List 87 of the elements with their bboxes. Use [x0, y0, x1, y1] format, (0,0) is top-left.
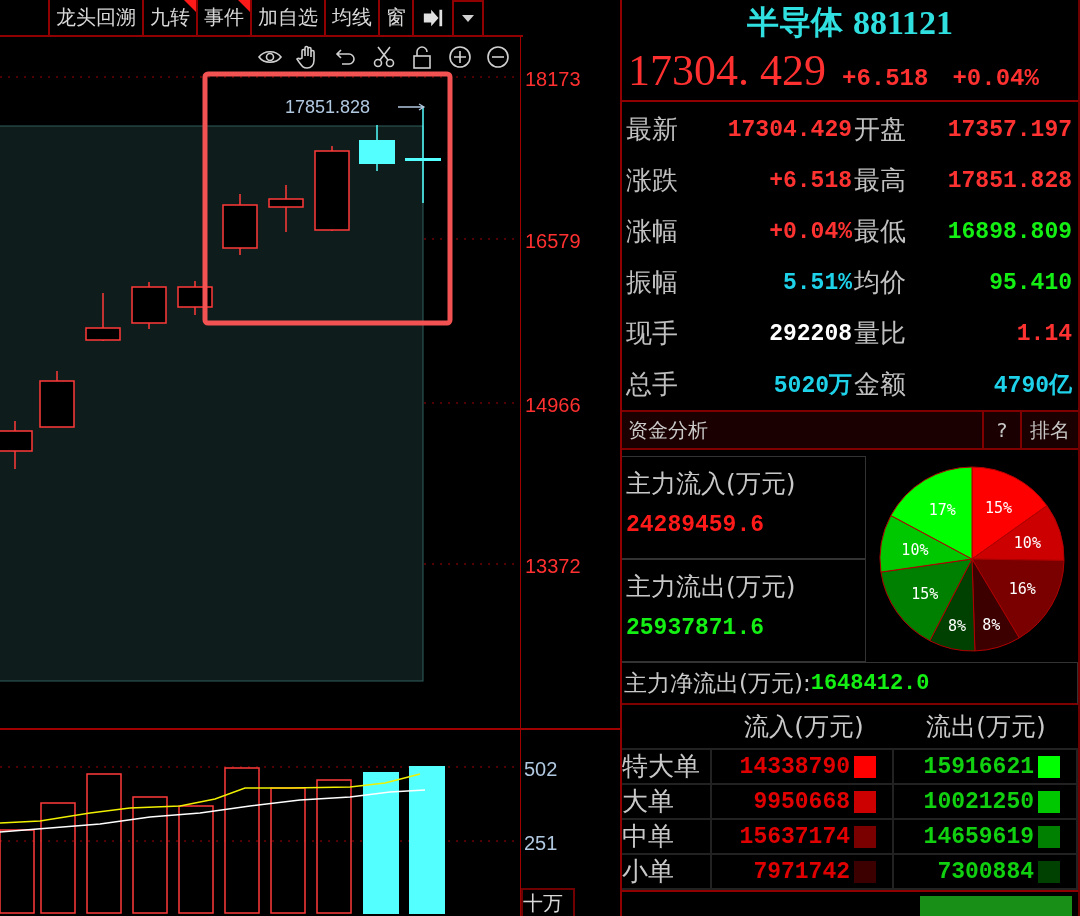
candle: [177, 280, 213, 316]
candle: [222, 193, 258, 256]
slice-label: 16%: [1008, 580, 1036, 599]
inflow-value: 7971742: [753, 858, 850, 885]
lock-icon[interactable]: [410, 45, 434, 69]
inflow-value: 9950668: [753, 788, 850, 815]
axis-label: 13372: [525, 555, 581, 577]
scissors-icon[interactable]: [372, 45, 396, 69]
flow-value: 24289459.6: [626, 512, 766, 539]
dropdown-button[interactable]: [452, 0, 484, 35]
caret-icon: [462, 14, 474, 23]
field-value: 17357.197: [946, 116, 1073, 143]
toolbar-tab[interactable]: 九转: [142, 0, 196, 35]
percent-change: +0.04%: [952, 65, 1039, 93]
row-label: 大单: [622, 785, 712, 820]
field-value: 16898.809: [946, 218, 1073, 245]
slice-label: 15%: [911, 584, 939, 603]
zoom-out-icon[interactable]: [486, 45, 510, 69]
net-flow-label: 主力净流出(万元):: [624, 668, 811, 698]
field-value: +6.518: [768, 167, 853, 194]
inflow-value: 15637174: [739, 823, 850, 850]
toolbar-tab[interactable]: 事件: [196, 0, 250, 35]
axis-label: 502: [524, 758, 558, 780]
outflow-value: 14659619: [923, 823, 1034, 850]
field-value: 95.410: [988, 269, 1073, 296]
section-title: 资金分析: [627, 417, 709, 445]
row-label: 小单: [622, 855, 712, 890]
field-label: 量比: [854, 317, 907, 351]
row-label: 中单: [622, 820, 712, 855]
flow-label: 主力流入(万元): [626, 468, 797, 501]
field-value: 17851.828: [946, 167, 1073, 194]
field-label: 现手: [626, 317, 679, 351]
stock-name: 半导体: [746, 1, 843, 43]
axis-label: 16579: [525, 230, 581, 252]
column-header: 流出(万元): [925, 710, 1047, 743]
toolbar-tab[interactable]: 加自选: [250, 0, 324, 35]
flow-label: 主力流出(万元): [626, 571, 797, 604]
field-label: 金额: [854, 368, 907, 402]
zoom-in-icon[interactable]: [448, 45, 472, 69]
field-label: 振幅: [626, 266, 679, 300]
price-change: +6.518: [842, 65, 929, 93]
field-label: 涨跌: [626, 164, 679, 198]
field-label: 最新: [626, 113, 679, 147]
slice-label: 15%: [985, 499, 1013, 518]
axis-label: 14966: [525, 394, 581, 416]
toolbar-tab[interactable]: 均线: [324, 0, 378, 35]
axis-label: 18173: [525, 68, 581, 90]
field-label: 最低: [854, 215, 907, 249]
row-label: 特大单: [622, 750, 712, 785]
field-value: 17304.429: [726, 116, 853, 143]
outflow-value: 7300884: [937, 858, 1034, 885]
field-label: 均价: [854, 266, 907, 300]
field-value: +0.04%: [768, 218, 853, 245]
axis-label: 251: [524, 832, 558, 854]
slice-label: 17%: [928, 501, 956, 520]
column-header: 流入(万元): [743, 710, 865, 743]
candle: [85, 292, 121, 342]
candle: [268, 184, 304, 233]
slice-label: 8%: [982, 616, 1001, 635]
field-label: 总手: [626, 368, 679, 402]
candle: [131, 281, 167, 330]
field-label: 涨幅: [626, 215, 679, 249]
field-value: 5020万: [772, 372, 853, 401]
field-value: 292208: [768, 320, 853, 347]
slice-label: 10%: [901, 541, 929, 560]
candle: [39, 370, 75, 428]
last-price: 17304. 429: [628, 45, 826, 97]
candle: [0, 420, 33, 470]
stock-code: 881121: [852, 3, 954, 42]
field-label: 最高: [854, 164, 907, 198]
arrow-icon: [397, 103, 426, 111]
candle: [359, 124, 395, 172]
toolbar-tab[interactable]: 龙头回溯: [48, 0, 142, 35]
slice-label: 8%: [947, 617, 967, 636]
field-label: 开盘: [854, 113, 907, 147]
field-value: 4790亿: [992, 372, 1073, 401]
outflow-value: 10021250: [923, 788, 1034, 815]
field-value: 5.51%: [782, 269, 853, 296]
flow-value: 25937871.6: [626, 615, 766, 642]
outflow-value: 15916621: [923, 753, 1034, 780]
inflow-value: 14338790: [739, 753, 850, 780]
field-value: 1.14: [1015, 320, 1073, 347]
toolbar-tab[interactable]: 窗: [378, 0, 412, 35]
high-price-label: 17851.828: [285, 97, 371, 117]
unit-label: 十万: [521, 888, 575, 916]
slice-label: 10%: [1013, 534, 1041, 553]
net-flow-value: 1648412.0: [810, 670, 930, 696]
